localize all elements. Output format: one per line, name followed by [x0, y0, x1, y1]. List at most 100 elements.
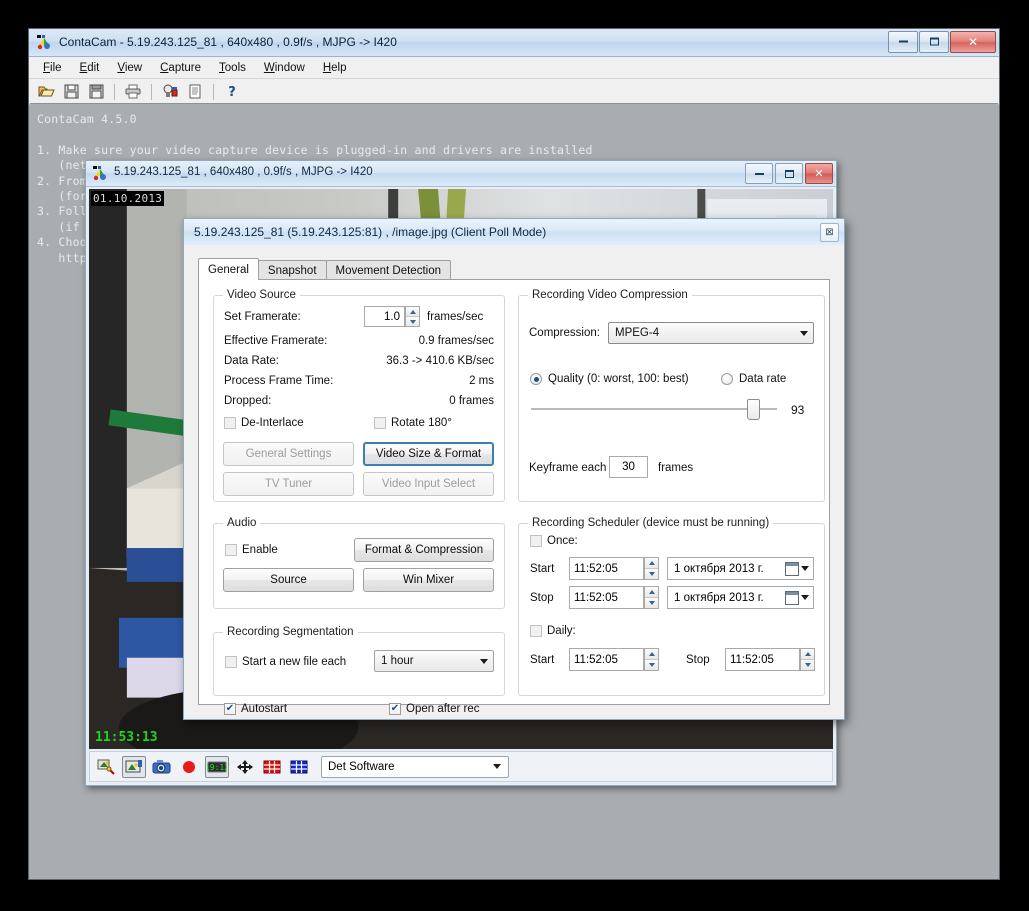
settings-wizard-icon[interactable]	[95, 757, 117, 777]
daily-stop-time-stepper[interactable]	[800, 648, 815, 671]
checkbox-audio-enable[interactable]: Enable	[225, 544, 278, 556]
button-tv-tuner[interactable]: TV Tuner	[223, 472, 354, 496]
group-video-source: Video Source Set Framerate: 1.0 frames/s…	[213, 289, 505, 502]
once-stop-time-input[interactable]: 11:52:05	[569, 586, 644, 609]
save-all-icon[interactable]	[85, 81, 107, 102]
group-recording-video-compression: Recording Video Compression Compression:…	[518, 289, 825, 502]
display-counter-icon[interactable]: 19:12	[205, 755, 229, 778]
menu-item-tools[interactable]: Tools	[211, 60, 254, 76]
stepper-down-icon[interactable]	[645, 569, 658, 579]
label-daily-start: Start	[530, 654, 555, 666]
menu-item-capture[interactable]: Capture	[152, 60, 209, 76]
tab-movement-detection[interactable]: Movement Detection	[325, 260, 451, 280]
daily-stop-time-input[interactable]: 11:52:05	[725, 648, 800, 671]
group-video-source-caption: Video Source	[223, 289, 300, 301]
snapshot-folder-icon[interactable]	[122, 755, 146, 778]
daily-start-time-input[interactable]: 11:52:05	[569, 648, 644, 671]
segmentation-interval-value: 1 hour	[381, 655, 414, 667]
stepper-up-icon[interactable]	[406, 307, 419, 317]
close-button[interactable]: ✕	[950, 31, 996, 53]
webcam-config-icon[interactable]	[159, 81, 181, 102]
help-icon[interactable]: ?	[221, 81, 243, 102]
checkbox-deinterlace[interactable]: De-Interlace	[224, 417, 304, 429]
calendar-dropdown[interactable]	[785, 558, 809, 579]
button-audio-source[interactable]: Source	[223, 568, 354, 592]
button-win-mixer[interactable]: Win Mixer	[363, 568, 494, 592]
once-start-date-input[interactable]: 1 октября 2013 г.	[667, 557, 814, 580]
open-folder-icon[interactable]	[35, 81, 57, 102]
set-framerate-stepper[interactable]	[405, 306, 420, 327]
keyframe-input[interactable]: 30	[609, 456, 648, 478]
maximize-button[interactable]	[919, 31, 949, 53]
stepper-down-icon[interactable]	[801, 660, 814, 670]
video-window-controls: ✕	[745, 163, 833, 184]
save-icon[interactable]	[60, 81, 82, 102]
checkbox-rotate-180[interactable]: Rotate 180°	[374, 417, 452, 429]
slider-thumb[interactable]	[747, 399, 760, 420]
once-stop-date-input[interactable]: 1 октября 2013 г.	[667, 586, 814, 609]
checkbox-autostart[interactable]: ✔ Autostart	[224, 703, 287, 715]
minimize-button[interactable]	[745, 163, 773, 184]
group-compression-caption: Recording Video Compression	[528, 289, 692, 301]
button-format-compression[interactable]: Format & Compression	[354, 538, 494, 562]
button-video-input-select[interactable]: Video Input Select	[363, 472, 494, 496]
radio-quality[interactable]: Quality (0: worst, 100: best)	[530, 373, 689, 385]
menu-item-window[interactable]: Window	[256, 60, 313, 76]
tab-snapshot[interactable]: Snapshot	[257, 260, 327, 280]
segmentation-interval-select[interactable]: 1 hour	[374, 650, 494, 672]
detection-zones-blue-icon[interactable]	[288, 757, 310, 777]
camera-icon[interactable]	[151, 757, 173, 777]
stepper-down-icon[interactable]	[406, 317, 419, 326]
close-button[interactable]: ✕	[805, 163, 833, 184]
checkbox-box	[530, 625, 542, 637]
checkbox-open-after-rec[interactable]: ✔ Open after rec	[389, 703, 480, 715]
stepper-up-icon[interactable]	[801, 649, 814, 660]
stepper-up-icon[interactable]	[645, 649, 658, 660]
stepper-up-icon[interactable]	[645, 587, 658, 598]
compression-codec-select[interactable]: MPEG-4	[608, 322, 814, 344]
dialog-titlebar[interactable]: 5.19.243.125_81 (5.19.243.125:81) , /ima…	[184, 219, 844, 246]
record-dot-icon[interactable]	[178, 757, 200, 777]
screenshot-root: ContaCam - 5.19.243.125_81 , 640x480 , 0…	[0, 0, 1029, 911]
print-icon[interactable]	[122, 81, 144, 102]
once-stop-time-stepper[interactable]	[644, 586, 659, 609]
detection-zones-red-icon[interactable]	[261, 757, 283, 777]
checkbox-daily[interactable]: Daily:	[530, 625, 576, 637]
quality-slider[interactable]	[531, 399, 777, 420]
detector-select[interactable]: Det Software	[321, 755, 509, 778]
checkbox-once[interactable]: Once:	[530, 535, 578, 547]
daily-start-time-stepper[interactable]	[644, 648, 659, 671]
toolbar-separator-1	[114, 83, 115, 100]
once-start-time-input[interactable]: 11:52:05	[569, 557, 644, 580]
close-icon[interactable]: ⊠	[820, 223, 839, 242]
button-general-settings[interactable]: General Settings	[223, 442, 354, 466]
checkbox-start-new-file-label: Start a new file each	[242, 656, 347, 668]
radio-data-rate[interactable]: Data rate	[721, 373, 786, 385]
main-window-titlebar[interactable]: ContaCam - 5.19.243.125_81 , 640x480 , 0…	[29, 29, 999, 57]
menu-item-file[interactable]: File	[35, 60, 70, 76]
once-start-time-stepper[interactable]	[644, 557, 659, 580]
move-resize-icon[interactable]	[234, 757, 256, 777]
button-video-size-format[interactable]: Video Size & Format	[363, 442, 494, 466]
group-audio: Audio Enable Format & Compression Source…	[213, 517, 505, 609]
stepper-down-icon[interactable]	[645, 660, 658, 670]
log-icon[interactable]	[184, 81, 206, 102]
checkbox-start-new-file[interactable]: Start a new file each	[225, 656, 346, 668]
dialog-title: 5.19.243.125_81 (5.19.243.125:81) , /ima…	[194, 225, 547, 239]
calendar-dropdown[interactable]	[785, 587, 809, 608]
maximize-button[interactable]	[775, 163, 803, 184]
set-framerate-units: frames/sec	[427, 311, 484, 323]
stepper-up-icon[interactable]	[645, 558, 658, 569]
stepper-down-icon[interactable]	[645, 598, 658, 608]
checkbox-box: ✔	[389, 702, 401, 715]
radio-dot	[721, 373, 733, 385]
menu-item-edit[interactable]: Edit	[72, 60, 108, 76]
calendar-icon	[785, 561, 799, 576]
minimize-button[interactable]	[888, 31, 918, 53]
menu-item-view[interactable]: View	[109, 60, 150, 76]
tab-general[interactable]: General	[198, 258, 259, 280]
video-window-titlebar[interactable]: 5.19.243.125_81 , 640x480 , 0.9f/s , MJP…	[86, 161, 836, 187]
menu-item-help[interactable]: Help	[315, 60, 355, 76]
value-effective-framerate: 0.9 frames/sec	[418, 335, 494, 347]
set-framerate-input[interactable]: 1.0	[364, 306, 405, 327]
